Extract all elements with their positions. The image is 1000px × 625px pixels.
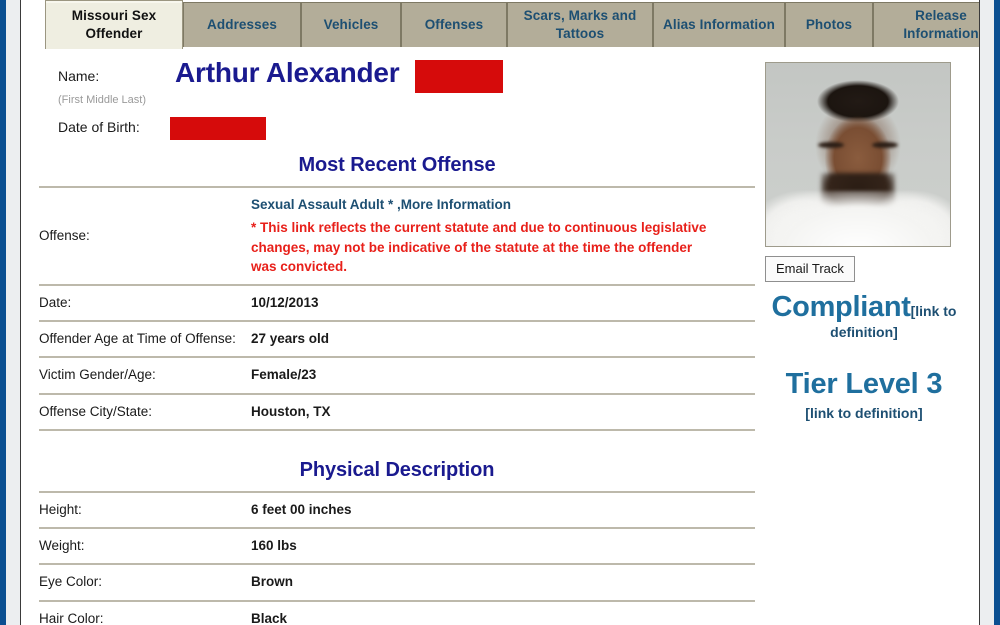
tab-offenses[interactable]: Offenses [401,2,507,47]
offense-statute-link[interactable]: Sexual Assault Adult * , [251,197,401,212]
physical-attribute-label: Height: [39,490,251,529]
tab-bar: Missouri Sex Offender Addresses Vehicles Of… [21,0,979,49]
offender-mugshot-image [766,63,950,246]
tab-label: Missouri Sex Offender [71,8,157,41]
physical-attribute-value: Black [251,599,755,625]
mugshot-detail-right-brow [872,141,899,148]
offender-photo-frame [765,62,951,247]
tab-release-information[interactable]: Release Information [873,2,979,47]
offense-date-value: 10/12/2013 [251,283,755,322]
table-row: Eye Color: Brown [39,563,755,601]
most-recent-offense-heading: Most Recent Offense [298,154,496,176]
offense-city-state-value: Houston, TX [251,392,755,431]
browser-viewport: Missouri Sex Offender Addresses Vehicles Of… [0,0,1000,625]
date-of-birth-label: Date of Birth: [58,119,140,135]
physical-attribute-value: Brown [251,563,755,601]
tier-level-value: Tier Level 3 [785,368,943,400]
tab-missouri-sex-offender[interactable]: Missouri Sex Offender [45,0,183,49]
tab-label: Alias Information [663,17,775,33]
tab-vehicles[interactable]: Vehicles [301,2,401,47]
offense-value-cell: Sexual Assault Adult * ,More Information… [251,186,755,285]
physical-description-table: Height: 6 feet 00 inches Weight: 160 lbs Eye… [39,490,755,625]
more-information-link[interactable]: More Information [401,197,511,212]
name-label: Name: [58,68,100,84]
table-row: Offense: Sexual Assault Adult * ,More In… [39,186,755,285]
physical-attribute-value: 160 lbs [251,527,755,565]
right-edge-gap [980,0,994,625]
tier-level-block: Tier Level 3 [link to definition] [755,367,973,422]
tab-label: Vehicles [323,17,379,33]
email-track-button[interactable]: Email Track [765,256,855,282]
offender-detail-page: Missouri Sex Offender Addresses Vehicles Of… [20,0,980,625]
table-row: Hair Color: Black [39,599,755,625]
physical-attribute-value: 6 feet 00 inches [251,490,755,529]
physical-attribute-label: Hair Color: [39,599,251,625]
table-row: Victim Gender/Age: Female/23 [39,356,755,394]
physical-description-heading: Physical Description [299,458,495,481]
tab-label: Offenses [424,17,484,33]
offender-identity-block: Name: (First Middle Last) Date of Birth:… [39,49,755,148]
offender-age-value: 27 years old [251,320,755,358]
victim-gender-age-label: Victim Gender/Age: [39,356,251,394]
name-format-hint: (First Middle Last) [58,94,147,106]
offense-statute-disclaimer: * This link reflects the current statute… [251,220,707,275]
compliance-status-block: Compliant[link to definition] [755,291,973,343]
compliance-status-badge: Compliant [771,291,911,323]
tab-label: Addresses [207,17,277,33]
offense-links-line: Sexual Assault Adult * ,More Information [251,195,755,215]
tier-definition-link[interactable]: [link to definition] [755,405,973,422]
offense-label: Offense: [39,186,251,285]
tab-photos[interactable]: Photos [785,2,873,47]
table-row: Height: 6 feet 00 inches [39,490,755,529]
mugshot-detail-left-brow [817,141,844,148]
table-row: Offense City/State: Houston, TX [39,392,755,431]
main-column: Name: (First Middle Last) Date of Birth:… [39,49,755,625]
offense-date-label: Date: [39,283,251,322]
mugshot-detail-hoodie [766,191,950,246]
tab-alias-information[interactable]: Alias Information [653,2,785,47]
table-row: Offender Age at Time of Offense: 27 year… [39,320,755,358]
date-of-birth-redaction-box [170,117,266,140]
offender-name-value: Arthur Alexander [175,57,400,88]
table-row: Weight: 160 lbs [39,527,755,565]
tab-addresses[interactable]: Addresses [183,2,301,47]
right-edge-stripe [994,0,1000,625]
left-edge-gap [6,0,20,625]
physical-attribute-label: Eye Color: [39,563,251,601]
tab-label: Scars, Marks and Tattoos [523,8,637,41]
tab-scars-marks-and-tattoos[interactable]: Scars, Marks and Tattoos [507,2,653,47]
victim-gender-age-value: Female/23 [251,356,755,394]
most-recent-offense-table: Offense: Sexual Assault Adult * ,More In… [39,186,755,431]
offense-city-state-label: Offense City/State: [39,392,251,431]
tab-label: Photos [805,17,853,33]
offender-age-label: Offender Age at Time of Offense: [39,320,251,358]
physical-attribute-label: Weight: [39,527,251,565]
tab-label: Release Information [903,8,979,41]
page-content: Name: (First Middle Last) Date of Birth:… [21,49,979,625]
name-redaction-box [415,60,503,93]
table-row: Date: 10/12/2013 [39,283,755,322]
